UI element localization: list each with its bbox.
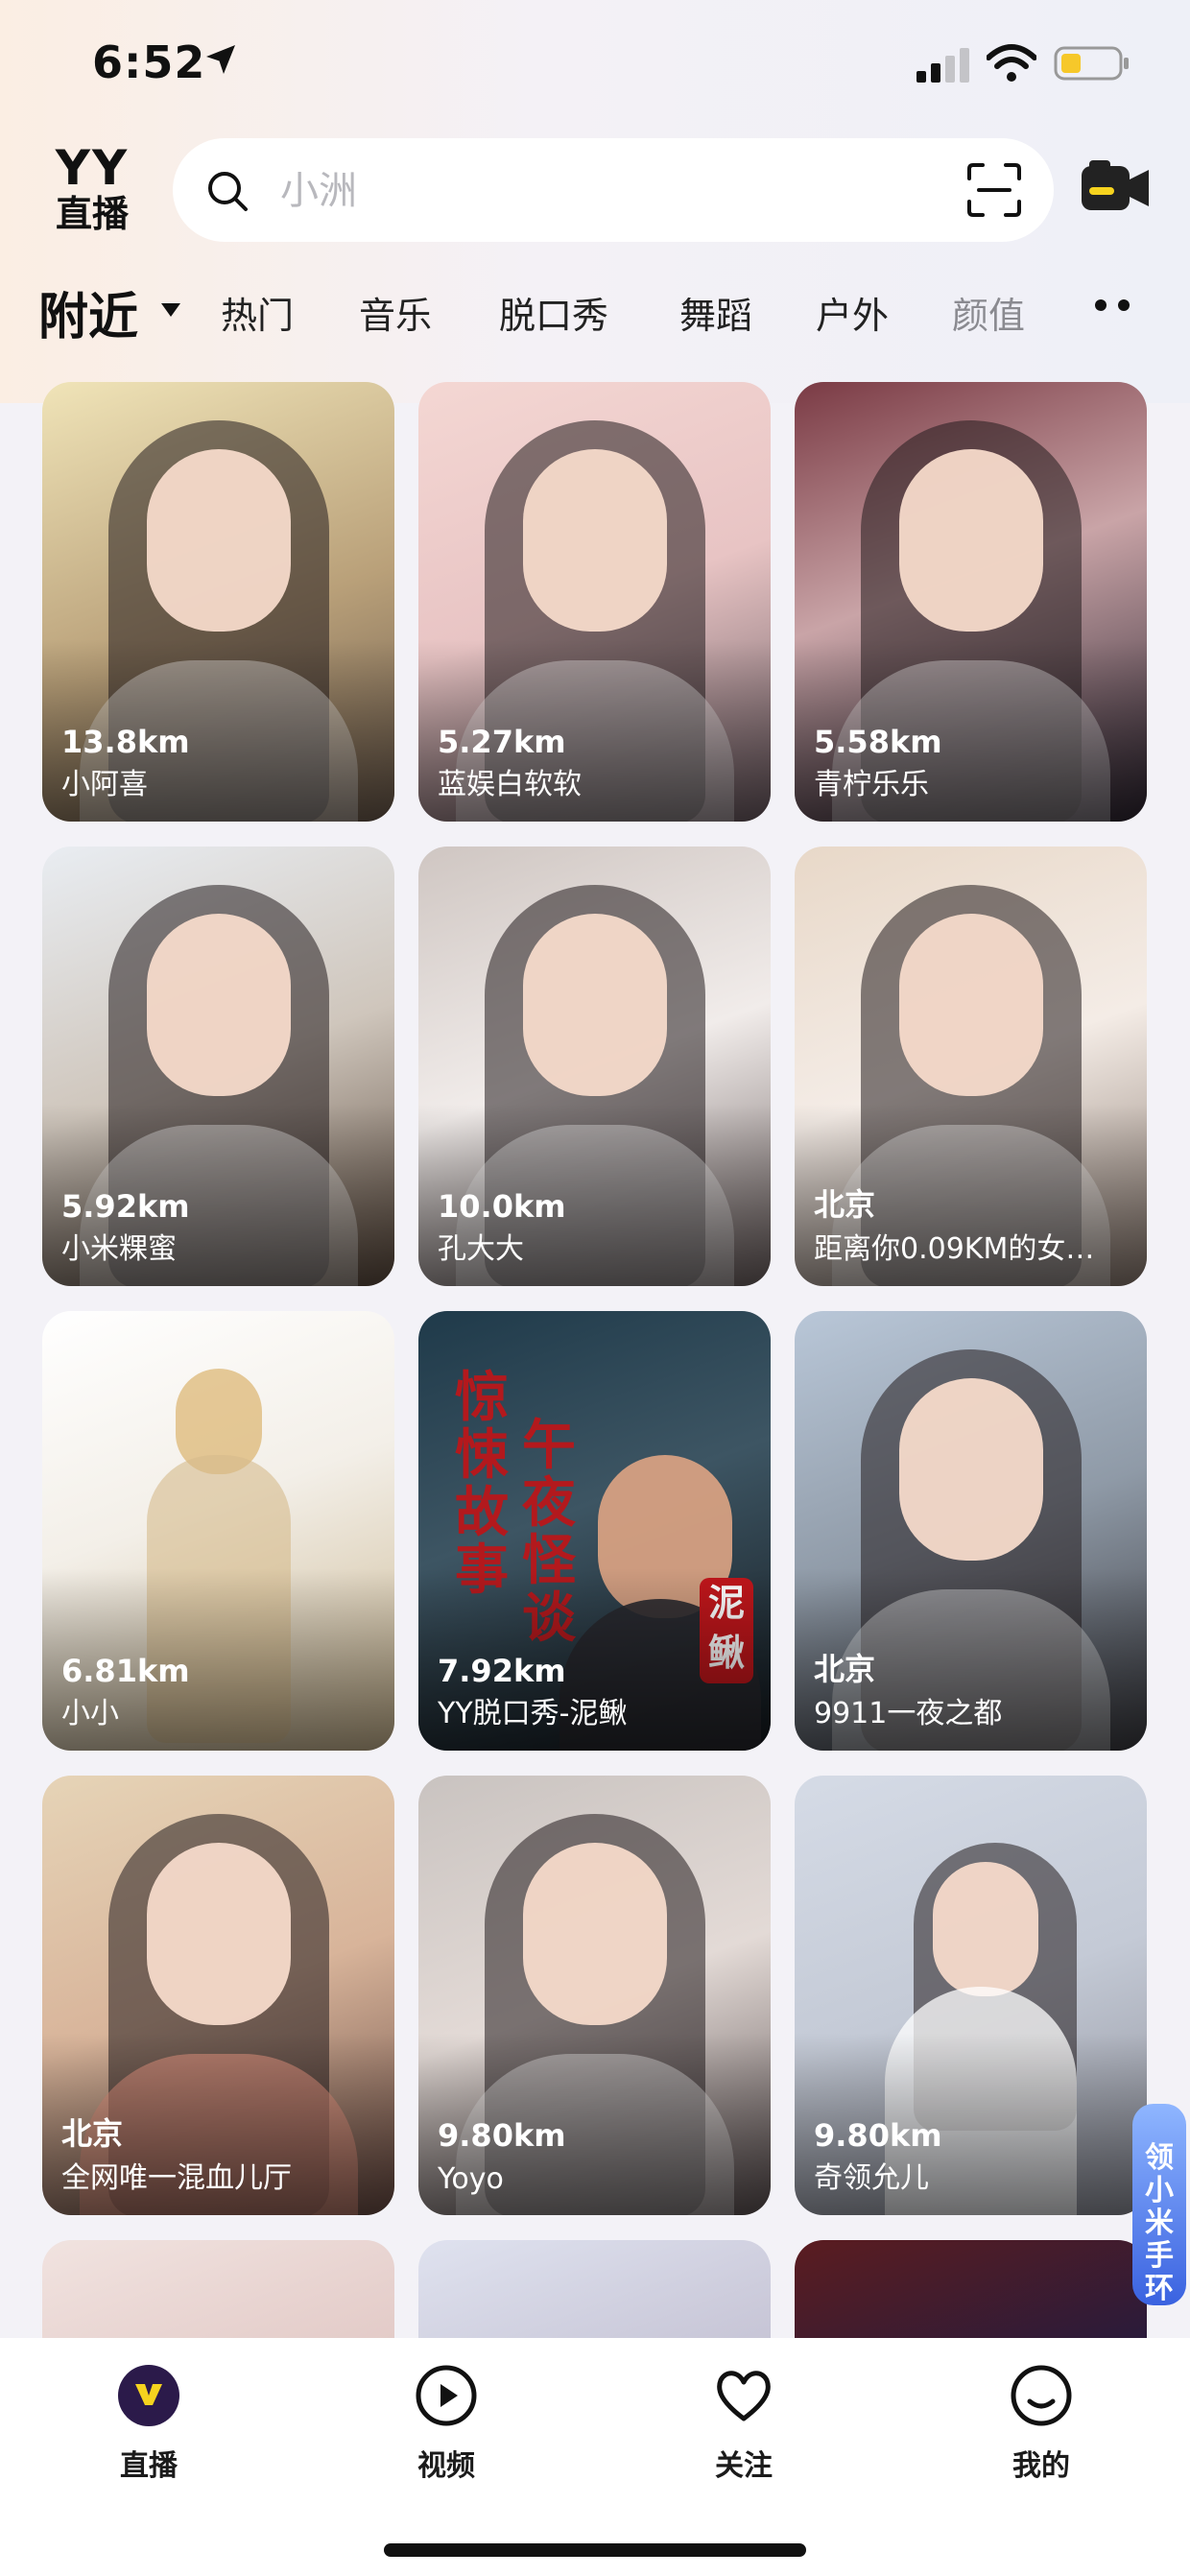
nav-me-label: 我的 [1012,2449,1070,2483]
card-thumbnail-face [146,449,291,632]
card-title-calligraphy-1: 惊悚故事 [455,1366,509,1599]
card-streamer-name: 9911一夜之都 [814,1697,1003,1730]
card-distance: 5.92km [61,1188,190,1225]
search-icon [208,172,248,211]
nav-follow-label: 关注 [715,2449,773,2483]
card-distance: 9.80km [814,2117,942,2154]
card-streamer-name: 小小 [61,1697,119,1730]
stream-card[interactable]: 北京 9911一夜之都 [795,1311,1147,1751]
stream-card[interactable]: 6.81km 小小 [42,1311,394,1751]
card-distance: 北京 [814,1651,876,1687]
tab-hot[interactable]: 热门 [221,286,294,339]
card-streamer-name: Yoyo [438,2162,504,2196]
stream-card[interactable]: 5.27km 蓝娱白软软 [418,382,771,822]
stream-card[interactable]: 9.80km 奇领允儿 [795,1776,1147,2215]
more-icon[interactable] [1092,296,1132,315]
yy-logo[interactable]: YY 直播 [42,144,142,240]
stream-card[interactable] [42,2240,394,2338]
card-distance: 9.80km [438,2117,566,2154]
stream-card[interactable]: 9.80km Yoyo [418,1776,771,2215]
card-thumbnail-face [898,1378,1043,1561]
card-thumbnail-face [146,914,291,1096]
stream-card[interactable]: 北京 全网唯一混血儿厅 [42,1776,394,2215]
promo-badge-text: 领小米手环 [1145,2141,1174,2305]
card-distance: 13.8km [61,724,190,760]
stream-card[interactable]: 10.0km 孔大大 [418,847,771,1286]
logo-text-yy: YY [55,140,130,196]
card-thumbnail-face [898,449,1043,632]
tab-dance[interactable]: 舞蹈 [679,286,752,339]
tab-music[interactable]: 音乐 [359,286,432,339]
card-streamer-name: 小米粿蜜 [61,1232,177,1266]
tab-nearby[interactable]: 附近 [38,276,138,348]
card-distance: 6.81km [61,1653,190,1689]
card-thumbnail-face [522,449,667,632]
live-tab-icon [118,2365,179,2426]
card-distance: 10.0km [438,1188,566,1225]
tab-looks[interactable]: 颜值 [952,286,1025,339]
nav-follow[interactable]: 关注 [667,2363,821,2484]
home-indicator [384,2543,806,2557]
tab-talk-show[interactable]: 脱口秀 [499,286,608,339]
search-bar[interactable] [173,138,1054,242]
card-streamer-name: 青柠乐乐 [814,768,929,801]
card-thumbnail-face [522,914,667,1096]
location-arrow-icon [206,45,235,74]
stream-card[interactable]: 惊悚故事 午夜怪谈 泥鳅 7.92km YY脱口秀-泥鳅 [418,1311,771,1751]
tab-outdoor[interactable]: 户外 [816,286,889,339]
nav-video[interactable]: 视频 [369,2363,523,2484]
logo-text-live: 直播 [55,193,129,235]
card-streamer-name: 奇领允儿 [814,2161,929,2195]
wifi-icon [987,44,1036,82]
status-time: 6:52 [92,36,206,88]
video-camera-icon[interactable] [1080,158,1151,216]
nav-video-label: 视频 [417,2449,475,2483]
category-tabs: 附近 热门 音乐 脱口秀 舞蹈 户外 颜值 [0,276,1190,346]
card-streamer-name: 孔大大 [438,1232,524,1266]
stream-card[interactable]: 北京 距离你0.09KM的女… [795,847,1147,1286]
card-distance: 5.58km [814,724,942,760]
profile-face-icon [1011,2365,1072,2426]
card-thumbnail-face [522,1843,667,2025]
card-thumbnail-face [932,1862,1038,1996]
card-distance: 7.92km [438,1653,566,1689]
stream-card[interactable]: 5.58km 青柠乐乐 [795,382,1147,822]
nav-live[interactable]: 直播 [72,2363,226,2484]
stream-card[interactable]: 13.8km 小阿喜 [42,382,394,822]
bottom-navigation: 直播 视频 关注 我的 [0,2338,1190,2576]
heart-icon [717,2371,771,2421]
card-streamer-name: 小阿喜 [61,768,148,801]
nav-me[interactable]: 我的 [964,2363,1118,2484]
chevron-down-icon[interactable] [159,301,182,319]
card-streamer-name: 全网唯一混血儿厅 [61,2161,292,2195]
card-distance: 北京 [814,1186,876,1223]
card-streamer-name: 距离你0.09KM的女… [814,1232,1095,1266]
card-distance: 北京 [61,2115,124,2152]
stream-card[interactable] [418,2240,771,2338]
cellular-signal-icon [916,48,969,83]
play-circle-icon [416,2365,477,2426]
card-streamer-name: YY脱口秀-泥鳅 [438,1697,628,1730]
scan-icon[interactable] [965,161,1023,219]
stream-card[interactable]: 5.92km 小米粿蜜 [42,847,394,1286]
card-streamer-name: 蓝娱白软软 [438,768,582,801]
card-thumbnail-face [146,1843,291,2025]
card-thumbnail-face [898,914,1043,1096]
stream-card[interactable] [795,2240,1147,2338]
battery-icon [1054,46,1129,81]
search-input[interactable] [278,155,906,227]
nav-live-label: 直播 [120,2449,178,2483]
promo-badge[interactable]: 领小米手环 [1132,2104,1186,2305]
card-distance: 5.27km [438,724,566,760]
